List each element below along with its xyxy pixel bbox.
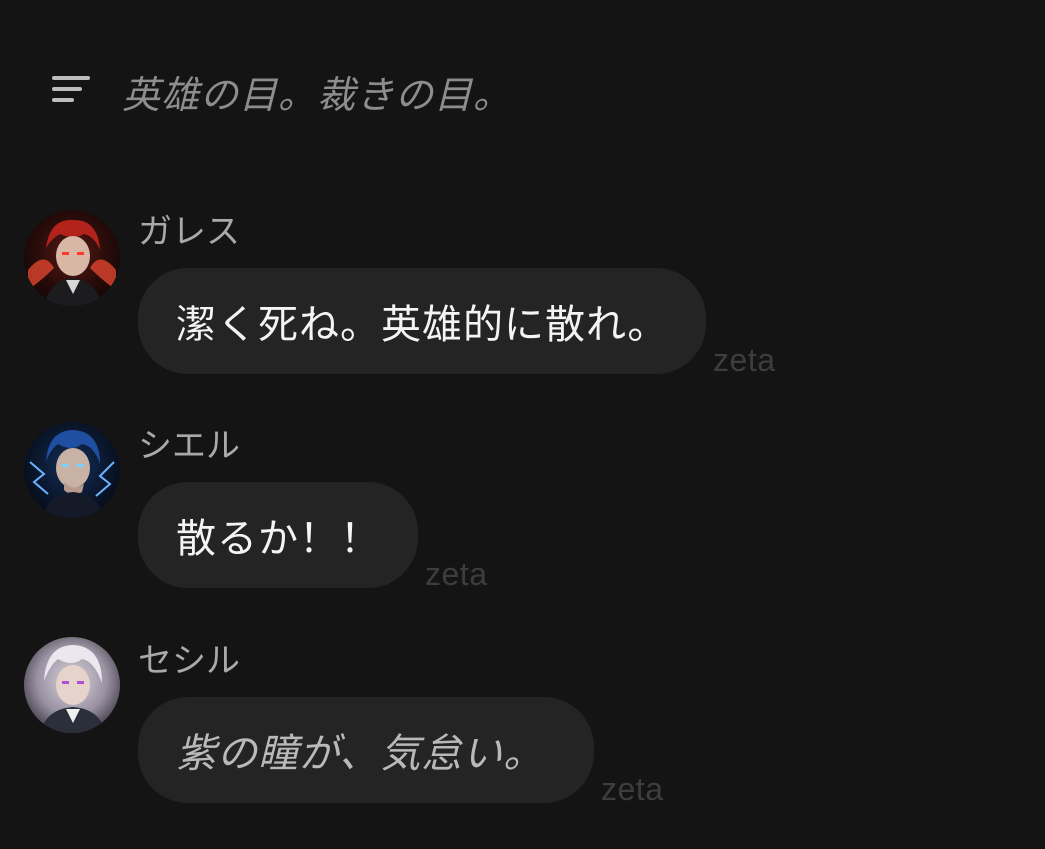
- sender-name: ガレス: [138, 212, 240, 252]
- message-text: 散るか！！: [176, 516, 381, 562]
- message-text: 紫の瞳が、気怠い。: [176, 731, 545, 777]
- message-bubble[interactable]: 紫の瞳が、気怠い。: [138, 697, 594, 803]
- zeta-watermark: zeta: [601, 771, 664, 807]
- chat-title: 英雄の目。裁きの目。: [122, 73, 513, 117]
- avatar[interactable]: [24, 210, 120, 306]
- zeta-watermark: zeta: [713, 342, 776, 378]
- avatar[interactable]: [24, 637, 120, 733]
- hamburger-menu-icon[interactable]: [52, 74, 92, 106]
- zeta-watermark: zeta: [425, 556, 488, 592]
- avatar[interactable]: [24, 422, 120, 518]
- message-bubble[interactable]: 潔く死ね。英雄的に散れ。: [138, 268, 706, 374]
- message-text: 潔く死ね。英雄的に散れ。: [176, 302, 669, 348]
- chat-screen: 英雄の目。裁きの目。 ガレス 潔く死ね。英雄的に散れ。 zeta シエル 散るか…: [0, 0, 1045, 849]
- sender-name: シエル: [138, 426, 240, 466]
- message-bubble[interactable]: 散るか！！: [138, 482, 418, 588]
- sender-name: セシル: [138, 641, 240, 681]
- chat-header: 英雄の目。裁きの目。: [0, 0, 1045, 180]
